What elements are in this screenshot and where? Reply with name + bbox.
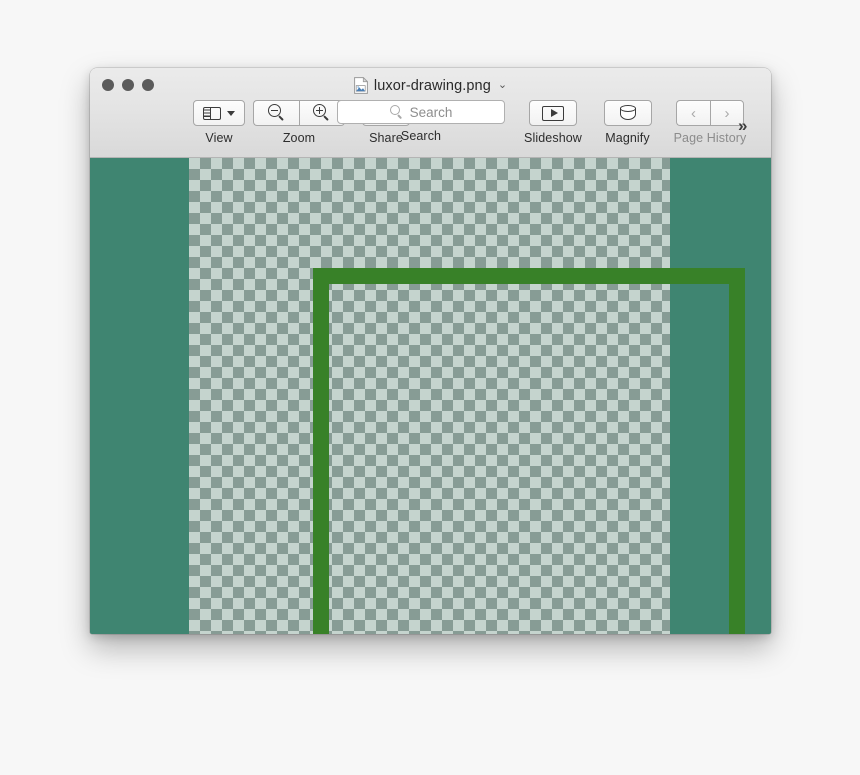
slideshow-button[interactable]: [529, 100, 577, 126]
chevron-down-icon: [227, 110, 235, 116]
toolbar-group-magnify: Magnify: [595, 100, 660, 145]
window-titlebar-toolbar: luxor-drawing.png ⌄ View Zoom Share Sear…: [90, 68, 771, 158]
zoom-segmented-control: [253, 100, 345, 126]
image-document-icon: [354, 76, 369, 94]
search-input[interactable]: Search: [337, 100, 505, 124]
zoom-out-icon: [267, 104, 286, 122]
zoom-button[interactable]: [142, 79, 154, 91]
toolbar-group-search: Search Search: [336, 100, 506, 143]
page-history-segmented-control: ‹ ›: [676, 100, 744, 126]
zoom-in-icon: [313, 104, 331, 122]
toolbar-label-search: Search: [400, 129, 442, 143]
minimize-button[interactable]: [122, 79, 134, 91]
close-button[interactable]: [102, 79, 114, 91]
window-title-group: luxor-drawing.png ⌄: [90, 76, 771, 94]
search-placeholder: Search: [409, 104, 453, 120]
chevron-right-icon: ›: [724, 104, 730, 122]
magnify-loupe-icon: [618, 104, 637, 122]
window-title: luxor-drawing.png: [373, 77, 491, 94]
chevron-down-icon[interactable]: ⌄: [498, 80, 507, 91]
zoom-out-button[interactable]: [253, 100, 299, 126]
toolbar-label-magnify: Magnify: [605, 131, 650, 145]
toolbar-label-zoom: Zoom: [282, 131, 316, 145]
search-icon: [389, 105, 404, 119]
sidebar-view-icon: [203, 106, 221, 120]
transparency-checkerboard: [189, 158, 745, 634]
slideshow-play-icon: [542, 105, 564, 121]
magnify-button[interactable]: [603, 100, 652, 126]
toolbar: View Zoom Share Search Search Slideshow …: [90, 100, 771, 158]
toolbar-overflow-button[interactable]: »: [738, 116, 748, 136]
traffic-light-group: [102, 79, 154, 91]
toolbar-group-view: View: [190, 100, 248, 145]
chevron-left-icon: ‹: [691, 104, 696, 122]
page-back-button[interactable]: ‹: [676, 100, 710, 126]
preview-window: luxor-drawing.png ⌄ View Zoom Share Sear…: [90, 68, 771, 634]
toolbar-label-slideshow: Slideshow: [524, 131, 582, 145]
image-canvas[interactable]: [90, 158, 771, 634]
view-button[interactable]: [193, 100, 245, 126]
green-rectangle-outline: [313, 268, 745, 634]
toolbar-group-slideshow: Slideshow: [514, 100, 592, 145]
screenshot-stage: luxor-drawing.png ⌄ View Zoom Share Sear…: [0, 0, 860, 775]
toolbar-group-zoom: Zoom: [250, 100, 348, 145]
toolbar-label-view: View: [205, 131, 233, 145]
